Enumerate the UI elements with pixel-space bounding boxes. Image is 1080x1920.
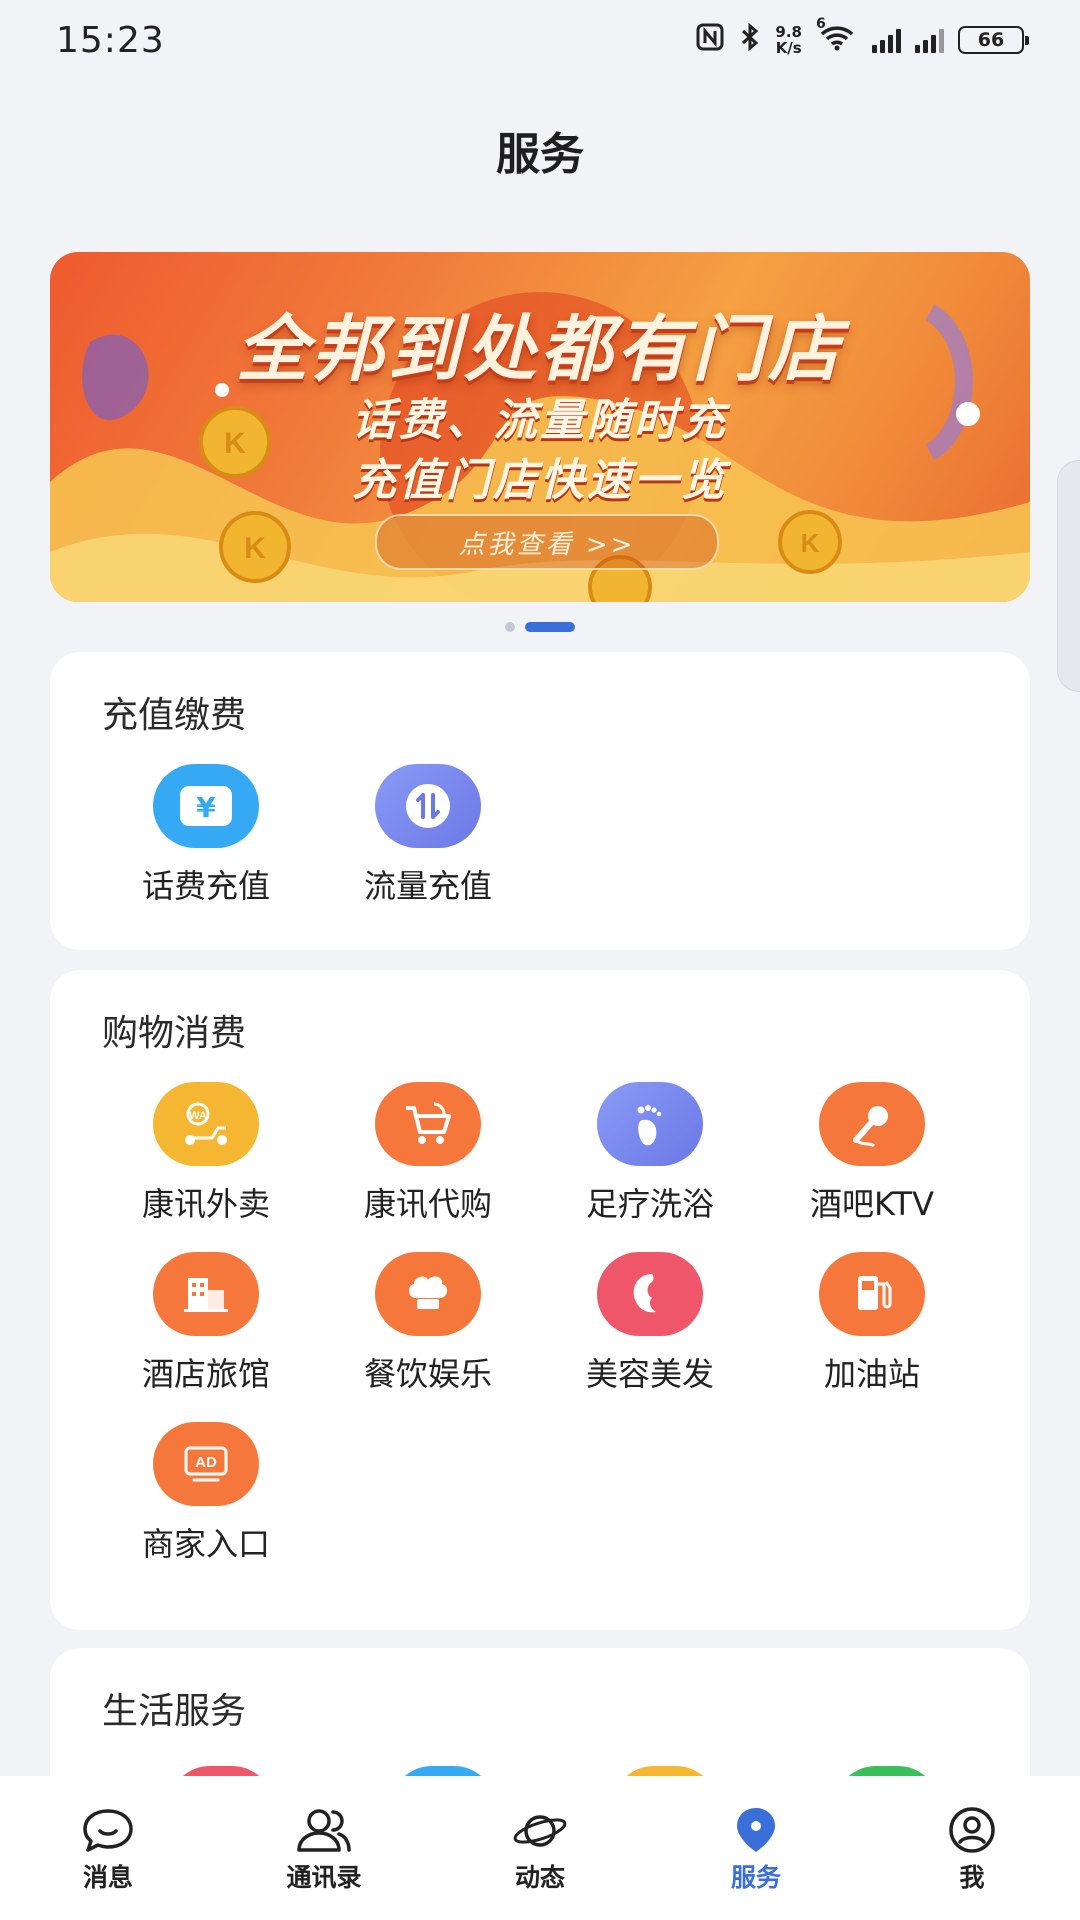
nav-label: 服务	[730, 1863, 781, 1892]
section-title: 购物消费	[102, 1013, 247, 1054]
pagination-dot-active[interactable]	[525, 622, 575, 632]
yuan-icon: ¥	[153, 764, 259, 848]
data-transfer-icon	[375, 764, 481, 848]
service-merchant-entry[interactable]: AD 商家入口	[95, 1422, 317, 1566]
service-label: 餐饮娱乐	[363, 1355, 492, 1393]
section-title: 生活服务	[102, 1691, 247, 1732]
svg-text:¥: ¥	[196, 791, 216, 824]
banner-headline: 全邦到处都有门店	[235, 307, 844, 391]
nav-label: 动态	[514, 1863, 565, 1892]
service-grid: WA 康讯外卖 康讯代购 足疗洗浴 酒吧KTV 酒店旅馆 餐饮娱乐 美容美发 加…	[50, 1082, 1075, 1566]
location-pin-icon	[737, 1808, 775, 1852]
fuel-pump-icon	[819, 1252, 925, 1336]
nav-services[interactable]: 服务	[656, 1806, 856, 1894]
bluetooth-icon	[739, 22, 761, 59]
page-title: 服务	[496, 129, 584, 180]
service-foot-spa[interactable]: 足疗洗浴	[539, 1082, 761, 1226]
section-recharge: 充值缴费 ¥ 话费充值 流量充值	[50, 652, 1030, 950]
chat-bubble-icon	[83, 1809, 133, 1852]
bottom-navigation: 消息 通讯录 动态 服务 我	[0, 1776, 1080, 1920]
service-beauty[interactable]: 美容美发	[539, 1252, 761, 1396]
nav-contacts[interactable]: 通讯录	[224, 1806, 424, 1894]
service-bar-ktv[interactable]: 酒吧KTV	[761, 1082, 983, 1226]
net-speed: 9.8 K/s	[775, 24, 802, 56]
nav-me[interactable]: 我	[872, 1806, 1072, 1894]
banner-cta-button[interactable]: 点我查看 >>	[375, 514, 719, 570]
net-speed-value: 9.8	[775, 23, 802, 41]
nfc-icon	[695, 22, 725, 59]
user-circle-icon	[949, 1807, 995, 1853]
wifi-icon: 6	[816, 16, 858, 59]
service-phone-recharge[interactable]: ¥ 话费充值	[95, 764, 317, 908]
banner-subline-1: 话费、流量随时充	[352, 395, 728, 446]
hotel-building-icon	[153, 1252, 259, 1336]
service-label: 加油站	[823, 1355, 920, 1393]
contacts-icon	[297, 1809, 351, 1852]
service-label: 康讯外卖	[141, 1185, 270, 1223]
nav-label: 消息	[82, 1863, 133, 1892]
service-gas-station[interactable]: 加油站	[761, 1252, 983, 1396]
service-label: 商家入口	[141, 1525, 270, 1563]
status-bar: 15:23 9.8 K/s 6 66	[0, 0, 1080, 80]
banner-subline-2: 充值门店快速一览	[352, 455, 728, 506]
ad-screen-icon: AD	[153, 1422, 259, 1506]
service-label: 美容美发	[585, 1355, 714, 1393]
service-label: 足疗洗浴	[585, 1185, 714, 1223]
svg-text:K: K	[801, 528, 820, 558]
nav-label: 我	[959, 1863, 985, 1892]
nav-messages[interactable]: 消息	[8, 1806, 208, 1894]
service-label: 酒店旅馆	[141, 1355, 270, 1393]
footprint-icon	[597, 1082, 703, 1166]
signal-icon-2	[915, 27, 944, 53]
svg-text:WA: WA	[189, 1110, 207, 1122]
service-label: 酒吧KTV	[810, 1185, 934, 1223]
service-takeout[interactable]: WA 康讯外卖	[95, 1082, 317, 1226]
section-shopping: 购物消费 WA 康讯外卖 康讯代购 足疗洗浴 酒吧KTV 酒店旅馆 餐饮娱乐 美…	[50, 970, 1030, 1630]
signal-icon	[872, 27, 901, 53]
wifi-badge: 6	[816, 15, 826, 32]
nav-label: 通讯录	[286, 1863, 362, 1892]
service-dining[interactable]: 餐饮娱乐	[317, 1252, 539, 1396]
shopping-cart-icon	[375, 1082, 481, 1166]
net-speed-unit: K/s	[775, 39, 802, 57]
section-title: 充值缴费	[102, 695, 247, 736]
battery-level: 66	[977, 29, 1005, 51]
service-purchasing[interactable]: 康讯代购	[317, 1082, 539, 1226]
promo-banner[interactable]: K K K 全邦到处都有门店 话费、流量随时充 充值门店快速一览 点我查看 >>	[50, 252, 1030, 602]
nav-moments[interactable]: 动态	[440, 1806, 640, 1894]
planet-icon	[513, 1815, 567, 1847]
svg-text:AD: AD	[195, 1454, 217, 1471]
service-hotel[interactable]: 酒店旅馆	[95, 1252, 317, 1396]
face-beauty-icon	[597, 1252, 703, 1336]
service-label: 话费充值	[141, 867, 270, 905]
service-label: 流量充值	[363, 867, 492, 905]
side-drawer-handle[interactable]	[1057, 460, 1080, 692]
delivery-scooter-icon: WA	[153, 1082, 259, 1166]
banner-pagination	[0, 622, 1080, 632]
service-data-recharge[interactable]: 流量充值	[317, 764, 539, 908]
chef-hat-icon	[375, 1252, 481, 1336]
service-grid: ¥ 话费充值 流量充值	[50, 764, 1075, 908]
pagination-dot[interactable]	[505, 622, 515, 632]
svg-text:K: K	[244, 532, 266, 565]
status-icons: 9.8 K/s 6 66	[695, 16, 1029, 59]
status-time: 15:23	[56, 19, 165, 61]
service-label: 康讯代购	[363, 1185, 492, 1223]
battery-icon: 66	[958, 26, 1029, 54]
microphone-icon	[819, 1082, 925, 1166]
